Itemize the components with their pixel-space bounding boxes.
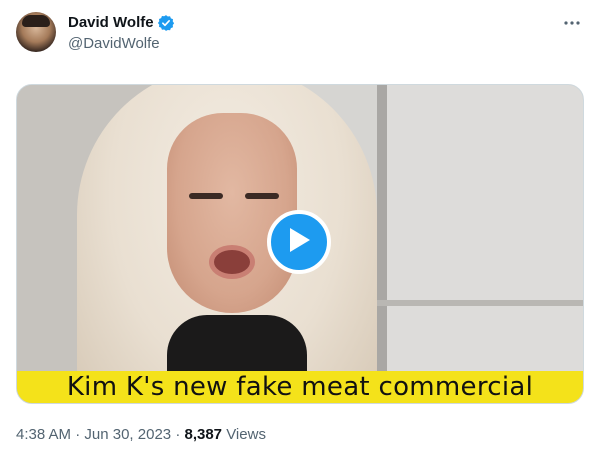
video-caption: Kim K's new fake meat commercial	[66, 372, 534, 402]
author-name-row: David Wolfe	[68, 13, 175, 33]
face	[167, 113, 297, 313]
tweet-meta: 4:38 AM · Jun 30, 2023 · 8,387 Views	[16, 425, 266, 445]
background-panel	[387, 85, 583, 403]
views-label: Views	[226, 426, 266, 443]
views-count: 8,387	[184, 426, 223, 443]
play-button[interactable]	[267, 210, 331, 274]
mouth	[209, 245, 255, 279]
tweet-date[interactable]: Jun 30, 2023	[84, 426, 171, 443]
cabinet-edge	[377, 300, 583, 306]
more-options-button[interactable]	[560, 12, 584, 32]
author-handle[interactable]: @DavidWolfe	[68, 35, 160, 53]
meta-separator: ·	[75, 426, 81, 443]
author-display-name[interactable]: David Wolfe	[68, 13, 154, 33]
background-panel	[377, 85, 387, 403]
tweet-time[interactable]: 4:38 AM	[16, 426, 71, 443]
tweet: David Wolfe @DavidWolfe Kim K's new fake…	[0, 0, 600, 456]
meta-separator: ·	[175, 426, 181, 443]
video-caption-band: Kim K's new fake meat commercial	[17, 371, 583, 403]
right-eye	[245, 193, 279, 199]
more-dots-icon	[563, 13, 581, 31]
left-eye	[189, 193, 223, 199]
verified-badge-icon[interactable]	[157, 14, 175, 32]
video-media[interactable]: Kim K's new fake meat commercial	[16, 84, 584, 404]
play-icon	[286, 226, 312, 259]
avatar[interactable]	[16, 12, 56, 52]
